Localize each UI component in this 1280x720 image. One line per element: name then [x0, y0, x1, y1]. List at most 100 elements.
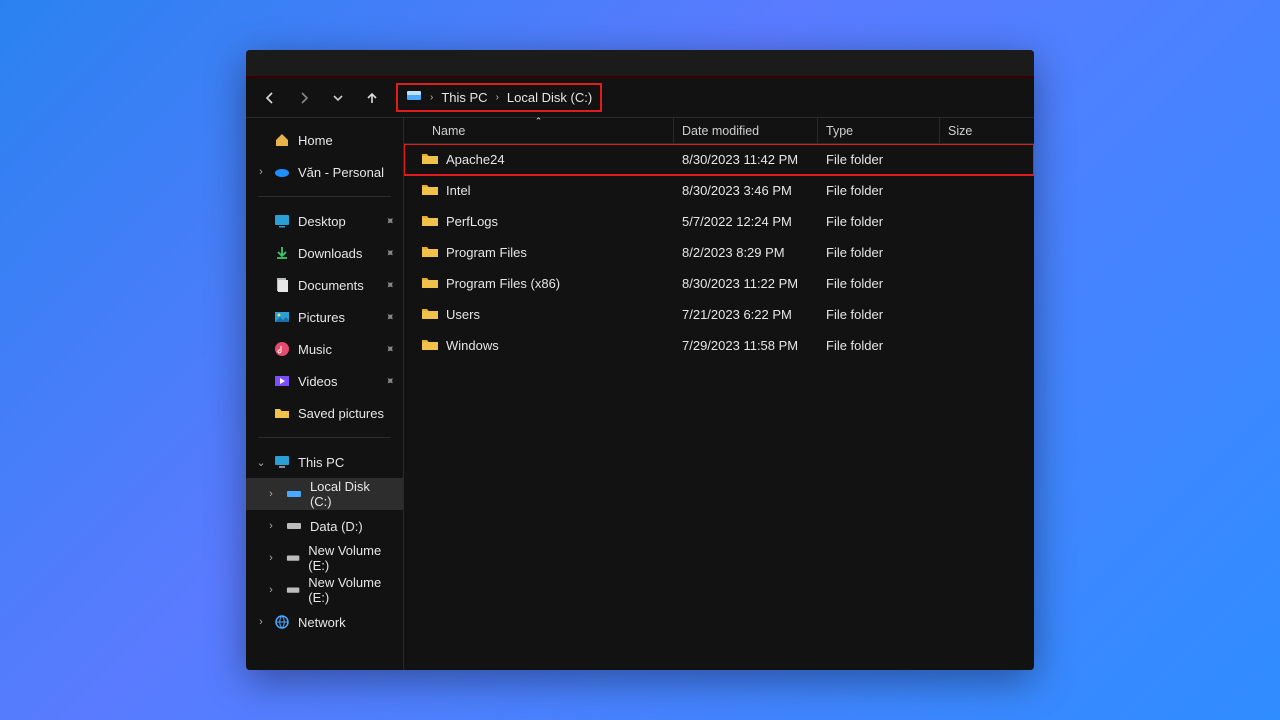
- folder-icon: [422, 213, 438, 230]
- desktop-icon: [274, 213, 290, 229]
- file-name: Intel: [446, 183, 471, 198]
- sidebar-item-music[interactable]: Music ✦: [246, 333, 403, 365]
- breadcrumb[interactable]: › This PC › Local Disk (C:): [396, 83, 602, 112]
- file-date: 5/7/2022 12:24 PM: [674, 214, 818, 229]
- videos-icon: [274, 373, 290, 389]
- sidebar-item-new-volume-e-2[interactable]: › New Volume (E:): [246, 574, 403, 606]
- sidebar: Home › Văn - Personal Desktop ✦ Download…: [246, 118, 404, 670]
- table-row[interactable]: PerfLogs5/7/2022 12:24 PMFile folder: [404, 206, 1034, 237]
- table-row[interactable]: Program Files (x86)8/30/2023 11:22 PMFil…: [404, 268, 1034, 299]
- folder-icon: [422, 244, 438, 261]
- chevron-right-icon[interactable]: ›: [264, 552, 278, 564]
- folder-icon: [422, 151, 438, 168]
- sidebar-item-downloads[interactable]: Downloads ✦: [246, 237, 403, 269]
- chevron-right-icon[interactable]: ›: [254, 166, 268, 178]
- home-icon: [274, 132, 290, 148]
- sidebar-item-saved-pictures[interactable]: Saved pictures: [246, 397, 403, 429]
- content-pane: ⌃ Name Date modified Type Size Apache24 8…: [404, 118, 1034, 670]
- file-type: File folder: [818, 307, 940, 322]
- sidebar-item-videos[interactable]: Videos ✦: [246, 365, 403, 397]
- table-row[interactable]: Intel8/30/2023 3:46 PMFile folder: [404, 175, 1034, 206]
- folder-icon: [274, 405, 290, 421]
- table-row[interactable]: Users 7/21/2023 6:22 PMFile folder: [404, 299, 1034, 330]
- file-name: Program Files: [446, 245, 527, 260]
- sidebar-item-data-d[interactable]: › Data (D:): [246, 510, 403, 542]
- sidebar-item-label: Home: [298, 133, 333, 148]
- file-date: 8/30/2023 11:22 PM: [674, 276, 818, 291]
- sidebar-item-personal[interactable]: › Văn - Personal: [246, 156, 403, 188]
- pin-icon: ✦: [381, 276, 398, 293]
- documents-icon: [274, 277, 290, 293]
- sidebar-item-label: Data (D:): [310, 519, 363, 534]
- sidebar-item-label: Desktop: [298, 214, 346, 229]
- file-explorer-window: › This PC › Local Disk (C:) Home › Văn -…: [246, 50, 1034, 670]
- file-type: File folder: [818, 214, 940, 229]
- sidebar-item-local-disk-c[interactable]: › Local Disk (C:): [246, 478, 403, 510]
- table-row[interactable]: Windows7/29/2023 11:58 PMFile folder: [404, 330, 1034, 361]
- sidebar-item-desktop[interactable]: Desktop ✦: [246, 205, 403, 237]
- downloads-icon: [274, 245, 290, 261]
- sidebar-item-label: New Volume (E:): [308, 575, 395, 605]
- sidebar-item-documents[interactable]: Documents ✦: [246, 269, 403, 301]
- column-header-date[interactable]: Date modified: [674, 118, 818, 143]
- onedrive-icon: [274, 164, 290, 180]
- toolbar: › This PC › Local Disk (C:): [246, 78, 1034, 118]
- sidebar-item-this-pc[interactable]: ⌄ This PC: [246, 446, 403, 478]
- sidebar-item-label: Pictures: [298, 310, 345, 325]
- table-row[interactable]: Program Files 8/2/2023 8:29 PMFile folder: [404, 237, 1034, 268]
- sidebar-item-label: Music: [298, 342, 332, 357]
- table-row[interactable]: Apache24 8/30/2023 11:42 PMFile folder: [404, 144, 1034, 175]
- file-date: 7/29/2023 11:58 PM: [674, 338, 818, 353]
- forward-button[interactable]: [290, 84, 318, 112]
- sidebar-item-label: Local Disk (C:): [310, 479, 395, 509]
- drive-icon: [286, 518, 302, 534]
- music-icon: [274, 341, 290, 357]
- computer-icon: [274, 454, 290, 470]
- column-header-name[interactable]: ⌃ Name: [404, 118, 674, 143]
- sidebar-item-home[interactable]: Home: [246, 124, 403, 156]
- column-headers: ⌃ Name Date modified Type Size: [404, 118, 1034, 144]
- sort-ascending-icon: ⌃: [535, 116, 543, 127]
- breadcrumb-local-disk-c[interactable]: Local Disk (C:): [507, 90, 592, 105]
- sidebar-item-label: Documents: [298, 278, 364, 293]
- drive-icon: [286, 550, 300, 566]
- chevron-right-icon: ›: [428, 92, 435, 103]
- pin-icon: ✦: [381, 244, 398, 261]
- breadcrumb-this-pc[interactable]: This PC: [441, 90, 487, 105]
- file-type: File folder: [818, 245, 940, 260]
- chevron-right-icon[interactable]: ›: [264, 584, 278, 596]
- pin-icon: ✦: [381, 212, 398, 229]
- file-name: Windows: [446, 338, 499, 353]
- chevron-right-icon: ›: [494, 92, 501, 103]
- file-type: File folder: [818, 276, 940, 291]
- column-header-size[interactable]: Size: [940, 118, 1034, 143]
- pin-icon: ✦: [381, 340, 398, 357]
- separator: [258, 437, 391, 438]
- back-button[interactable]: [256, 84, 284, 112]
- sidebar-item-pictures[interactable]: Pictures ✦: [246, 301, 403, 333]
- pin-icon: ✦: [381, 308, 398, 325]
- chevron-right-icon[interactable]: ›: [264, 488, 278, 500]
- sidebar-item-new-volume-e-1[interactable]: › New Volume (E:): [246, 542, 403, 574]
- file-date: 7/21/2023 6:22 PM: [674, 307, 818, 322]
- recent-dropdown[interactable]: [324, 84, 352, 112]
- file-name: Apache24: [446, 152, 505, 167]
- sidebar-item-label: Downloads: [298, 246, 362, 261]
- drive-icon: [286, 582, 300, 598]
- network-icon: [274, 614, 290, 630]
- file-list: Apache248/30/2023 11:42 PMFile folderInt…: [404, 144, 1034, 670]
- file-date: 8/2/2023 8:29 PM: [674, 245, 818, 260]
- chevron-right-icon[interactable]: ›: [264, 520, 278, 532]
- column-header-type[interactable]: Type: [818, 118, 940, 143]
- up-button[interactable]: [358, 84, 386, 112]
- file-name: Users: [446, 307, 480, 322]
- sidebar-item-network[interactable]: › Network: [246, 606, 403, 638]
- chevron-right-icon[interactable]: ›: [254, 616, 268, 628]
- titlebar[interactable]: [246, 50, 1034, 78]
- sidebar-item-label: Văn - Personal: [298, 165, 384, 180]
- folder-icon: [422, 182, 438, 199]
- file-date: 8/30/2023 11:42 PM: [674, 152, 818, 167]
- chevron-down-icon[interactable]: ⌄: [254, 456, 268, 469]
- sidebar-item-label: Videos: [298, 374, 338, 389]
- file-type: File folder: [818, 152, 940, 167]
